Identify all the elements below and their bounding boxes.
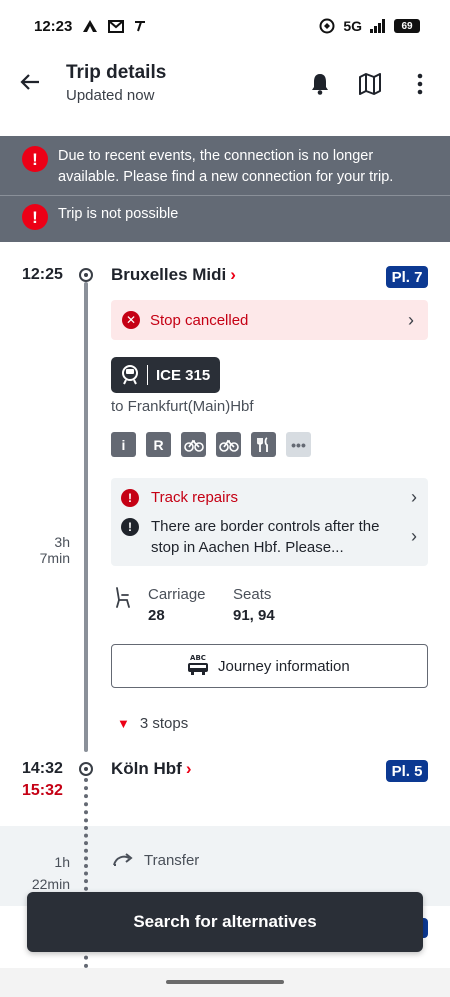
message-border-controls[interactable]: ! There are border controls after the st… <box>121 516 421 558</box>
map-button[interactable] <box>350 66 390 102</box>
departure-platform-badge: Pl. 7 <box>386 266 428 288</box>
arrival-station-link[interactable]: Köln Hbf › <box>111 759 192 779</box>
notifications-button[interactable] <box>300 66 340 102</box>
svg-text:ABC: ABC <box>190 654 206 662</box>
journey-information-button[interactable]: ABC Journey information <box>111 644 428 688</box>
departure-station-link[interactable]: Bruxelles Midi › <box>111 265 236 285</box>
departure-stop-dot <box>79 268 93 282</box>
alert-banner: ! Due to recent events, the connection i… <box>0 136 450 242</box>
arrival-platform-badge: Pl. 5 <box>386 760 428 782</box>
alert-connection-unavailable: ! Due to recent events, the connection i… <box>0 136 450 196</box>
transfer-label: Transfer <box>144 852 200 869</box>
app-bar: Trip details Updated now <box>0 52 450 136</box>
restaurant-icon[interactable] <box>251 432 276 457</box>
message-track-repairs[interactable]: ! Track repairs › <box>121 487 421 508</box>
seat-icon <box>116 587 130 608</box>
arrival-time: 14:32 <box>22 760 63 777</box>
chevron-down-icon: ▼ <box>117 716 130 731</box>
stop-cancelled-text: Stop cancelled <box>150 311 249 329</box>
alert-text: Due to recent events, the connection is … <box>58 148 394 185</box>
departure-station-name: Bruxelles Midi <box>111 265 227 284</box>
departure-time: 12:25 <box>22 266 63 283</box>
chevron-right-icon: › <box>411 487 417 507</box>
seats-info: Seats 91, 94 <box>233 586 275 624</box>
train-icon <box>122 365 138 385</box>
home-gesture-handle[interactable] <box>166 980 284 984</box>
timeline-track <box>84 282 88 752</box>
chevron-right-icon: › <box>185 759 192 778</box>
arrival-stop-dot <box>79 762 93 776</box>
travel-duration: 3h 7min <box>39 534 70 566</box>
bell-icon <box>312 74 328 95</box>
warning-icon: ! <box>121 489 139 507</box>
arrow-left-icon <box>20 74 39 90</box>
arrival-delay-time: 15:32 <box>22 782 63 799</box>
journey-information-label: Journey information <box>218 657 350 675</box>
chevron-right-icon: › <box>411 526 417 546</box>
error-x-icon: ✕ <box>122 311 140 329</box>
notification-icons <box>82 19 146 33</box>
sync-icon <box>319 18 335 34</box>
page-subtitle: Updated now <box>66 87 155 104</box>
bike-icon[interactable] <box>216 432 241 457</box>
stop-cancelled-notice[interactable]: ✕ Stop cancelled › <box>111 300 428 340</box>
transfer-icon <box>113 853 133 866</box>
message-text: Track repairs <box>151 489 238 506</box>
chevron-right-icon: › <box>230 265 236 284</box>
info-warning-icon: ! <box>121 518 139 536</box>
search-alternatives-button[interactable]: Search for alternatives <box>27 892 423 952</box>
train-name: ICE 315 <box>156 366 211 384</box>
warning-icon: ! <box>22 204 48 230</box>
bike-icon[interactable] <box>181 432 206 457</box>
network-type: 5G <box>343 18 362 34</box>
message-text: There are border controls after the stop… <box>151 518 380 556</box>
battery-icon: 69 <box>394 19 420 33</box>
alert-text: Trip is not possible <box>58 206 179 222</box>
reservation-icon[interactable]: R <box>146 432 171 457</box>
intermediate-stops-toggle[interactable]: ▼ 3 stops <box>117 715 188 732</box>
transfer-duration: 1h 22min <box>31 854 70 892</box>
warning-icon: ! <box>22 146 48 172</box>
more-vertical-icon <box>417 73 423 95</box>
status-bar: 12:23 5G 69 <box>0 0 450 52</box>
train-badge: ICE 315 <box>111 357 221 393</box>
back-button[interactable] <box>0 62 60 102</box>
mail-icon <box>108 19 125 33</box>
carriage-info: Carriage 28 <box>148 586 206 624</box>
signal-icon <box>370 19 385 33</box>
arrival-station-name: Köln Hbf <box>111 759 182 778</box>
status-time: 12:23 <box>34 17 73 35</box>
map-icon <box>359 73 381 95</box>
amenities-row: i R ••• <box>111 432 311 457</box>
more-options-button[interactable] <box>400 66 440 102</box>
info-icon[interactable]: i <box>111 432 136 457</box>
bus-abc-icon: ABC <box>188 654 208 675</box>
page-title: Trip details <box>66 62 167 83</box>
app-icon <box>135 21 146 32</box>
app-notification-icon <box>83 20 98 32</box>
train-destination: to Frankfurt(Main)Hbf <box>111 398 254 415</box>
more-icon[interactable]: ••• <box>286 432 311 457</box>
trip-messages: ! Track repairs › ! There are border con… <box>111 478 428 566</box>
alert-trip-not-possible: ! Trip is not possible <box>0 196 450 242</box>
chevron-right-icon: › <box>408 309 414 330</box>
stops-label: 3 stops <box>139 715 189 732</box>
